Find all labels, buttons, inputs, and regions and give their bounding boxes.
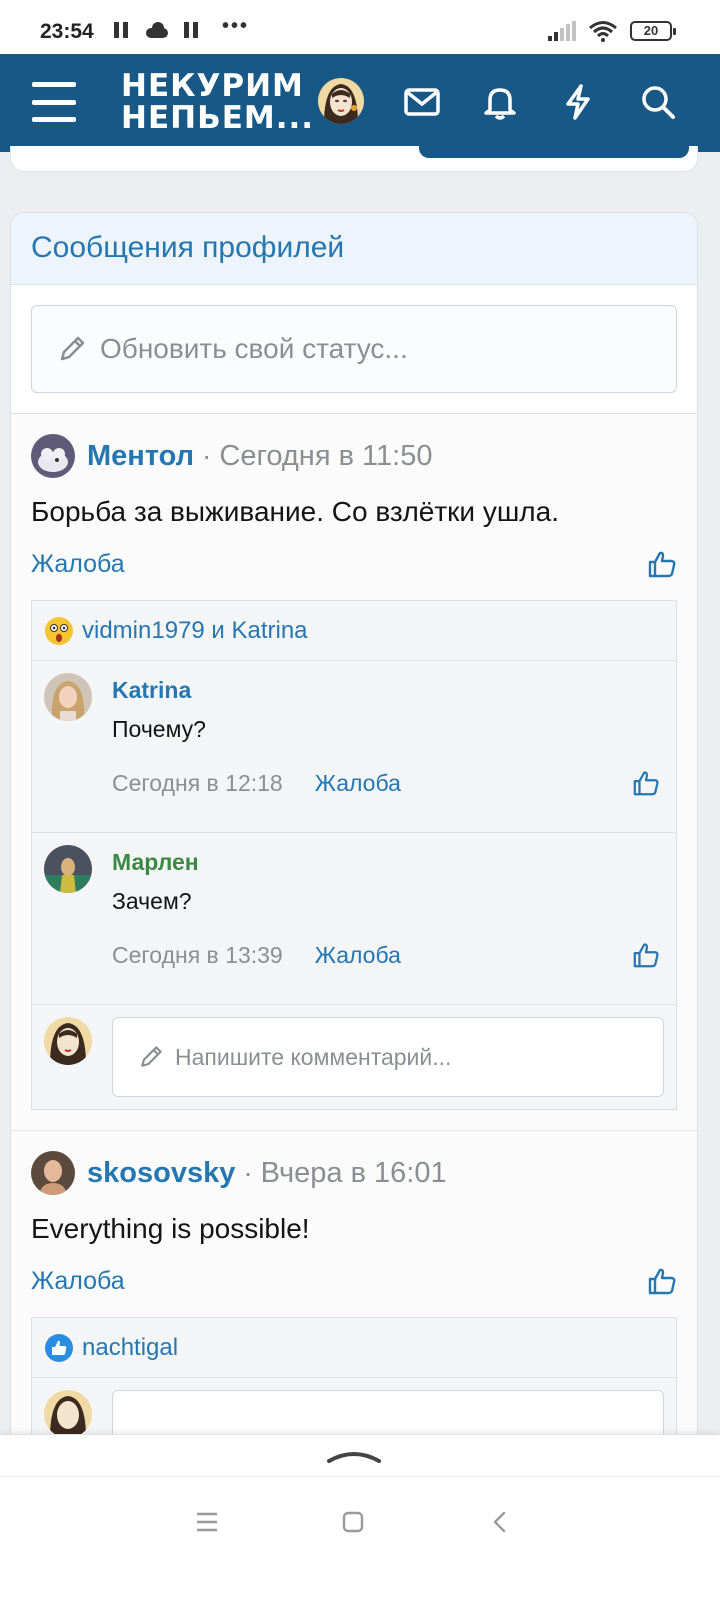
battery-icon: 20 [630, 21, 676, 41]
reactions-bar: nachtigal [32, 1318, 676, 1378]
menu-icon[interactable] [32, 82, 76, 122]
report-link[interactable]: Жалоба [315, 770, 401, 797]
write-comment-row: Напишите комментарий... [32, 1005, 676, 1109]
pencil-icon [141, 1046, 162, 1067]
status-input[interactable]: Обновить свой статус... [31, 305, 677, 393]
back-icon[interactable] [490, 1510, 510, 1534]
profile-posts-block: Сообщения профилей Обновить свой статус.… [10, 212, 698, 1452]
post-time[interactable]: Вчера в 16:01 [261, 1157, 447, 1190]
logo-line-1: НЕКУРИМ [121, 68, 304, 104]
app-header: НЕКУРИМ НЕПЬЕМ... [0, 54, 720, 152]
home-icon[interactable] [341, 1510, 365, 1534]
comment-text: Почему? [112, 716, 206, 742]
thumbs-up-icon[interactable] [647, 1266, 677, 1296]
astonished-emoji-icon [45, 616, 73, 645]
avatar[interactable] [44, 673, 92, 721]
chevron-up-icon[interactable] [326, 1445, 382, 1465]
post-author[interactable]: skosovsky [87, 1157, 235, 1190]
mail-icon[interactable] [402, 82, 442, 122]
post-time[interactable]: Сегодня в 11:50 [219, 440, 432, 473]
pause-icon [184, 22, 200, 38]
search-icon[interactable] [638, 82, 678, 122]
reactions-bar: vidmin1979 и Katrina [32, 601, 676, 661]
post-actions: Жалоба [31, 1245, 677, 1317]
thumbs-up-icon[interactable] [632, 941, 660, 969]
previous-block-edge [10, 146, 698, 172]
post-text: Everything is possible! [31, 1213, 310, 1244]
system-nav-bar [0, 1476, 720, 1600]
pencil-icon [60, 336, 85, 361]
post-actions: Жалоба [31, 528, 677, 600]
pause-icon [114, 22, 130, 38]
post-author[interactable]: Ментол [87, 440, 194, 473]
profile-post: Ментол · Сегодня в 11:50 Борьба за выжив… [11, 414, 697, 1131]
comment-text: Зачем? [112, 888, 192, 914]
avatar[interactable] [31, 434, 75, 478]
cloud-icon [144, 22, 170, 38]
site-logo[interactable]: НЕКУРИМ НЕПЬЕМ... [121, 70, 314, 134]
post-text: Борьба за выживание. Со взлётки ушла. [31, 496, 559, 527]
block-header: Сообщения профилей [11, 213, 697, 285]
comment-footer: Сегодня в 12:18 Жалоба [112, 743, 664, 823]
comment-body: Katrina Почему? Сегодня в 12:18 Жалоба [112, 673, 664, 832]
status-placeholder: Обновить свой статус... [100, 333, 408, 364]
status-update-row: Обновить свой статус... [11, 285, 697, 414]
thumbs-up-icon[interactable] [647, 549, 677, 579]
separator: · [202, 440, 212, 471]
comment: Марлен Зачем? Сегодня в 13:39 Жалоба [32, 833, 676, 1005]
wifi-icon [589, 21, 617, 42]
avatar[interactable] [31, 1151, 75, 1195]
comment-footer: Сегодня в 13:39 Жалоба [112, 915, 664, 995]
status-bar: 23:54 ••• 20 [0, 0, 720, 54]
comment-body: Марлен Зачем? Сегодня в 13:39 Жалоба [112, 845, 664, 1004]
post-header: Ментол · Сегодня в 11:50 [31, 434, 677, 478]
post-header: skosovsky · Вчера в 16:01 [31, 1151, 677, 1195]
separator: · [243, 1157, 253, 1188]
reactions-users[interactable]: vidmin1979 и Katrina [82, 617, 308, 645]
status-time: 23:54 [40, 20, 94, 43]
report-link[interactable]: Жалоба [315, 942, 401, 969]
avatar[interactable] [44, 1017, 92, 1065]
signal-icon [548, 21, 576, 41]
report-link[interactable]: Жалоба [31, 1267, 125, 1296]
comment-author[interactable]: Марлен [112, 849, 664, 876]
comment-time[interactable]: Сегодня в 12:18 [112, 770, 283, 797]
recent-apps-icon[interactable] [195, 1511, 219, 1533]
status-icons-right: 20 [548, 20, 676, 42]
avatar[interactable] [44, 845, 92, 893]
thumbs-up-icon[interactable] [632, 769, 660, 797]
logo-line-2: НЕПЬЕМ... [121, 100, 315, 136]
comments-section: nachtigal [31, 1317, 677, 1451]
comment-placeholder: Напишите комментарий... [175, 1043, 452, 1070]
block-title: Сообщения профилей [31, 231, 345, 264]
avatar[interactable] [318, 78, 364, 124]
comment-input[interactable]: Напишите комментарий... [112, 1017, 664, 1097]
status-icons-left: ••• [114, 15, 249, 38]
avatar[interactable] [44, 1390, 92, 1438]
more-dots-icon: ••• [222, 14, 250, 37]
comment-time[interactable]: Сегодня в 13:39 [112, 942, 283, 969]
report-link[interactable]: Жалоба [31, 550, 125, 579]
comment: Katrina Почему? Сегодня в 12:18 Жалоба [32, 661, 676, 833]
profile-post: skosovsky · Вчера в 16:01 Everything is … [11, 1131, 697, 1451]
reactions-users[interactable]: nachtigal [82, 1334, 178, 1362]
bottom-sheet-handle[interactable] [0, 1434, 720, 1476]
bolt-icon[interactable] [558, 82, 598, 122]
comment-author[interactable]: Katrina [112, 677, 664, 704]
bell-icon[interactable] [480, 82, 520, 122]
like-reaction-icon [45, 1333, 73, 1362]
comments-section: vidmin1979 и Katrina Katrina Почему? Сег… [31, 600, 677, 1110]
